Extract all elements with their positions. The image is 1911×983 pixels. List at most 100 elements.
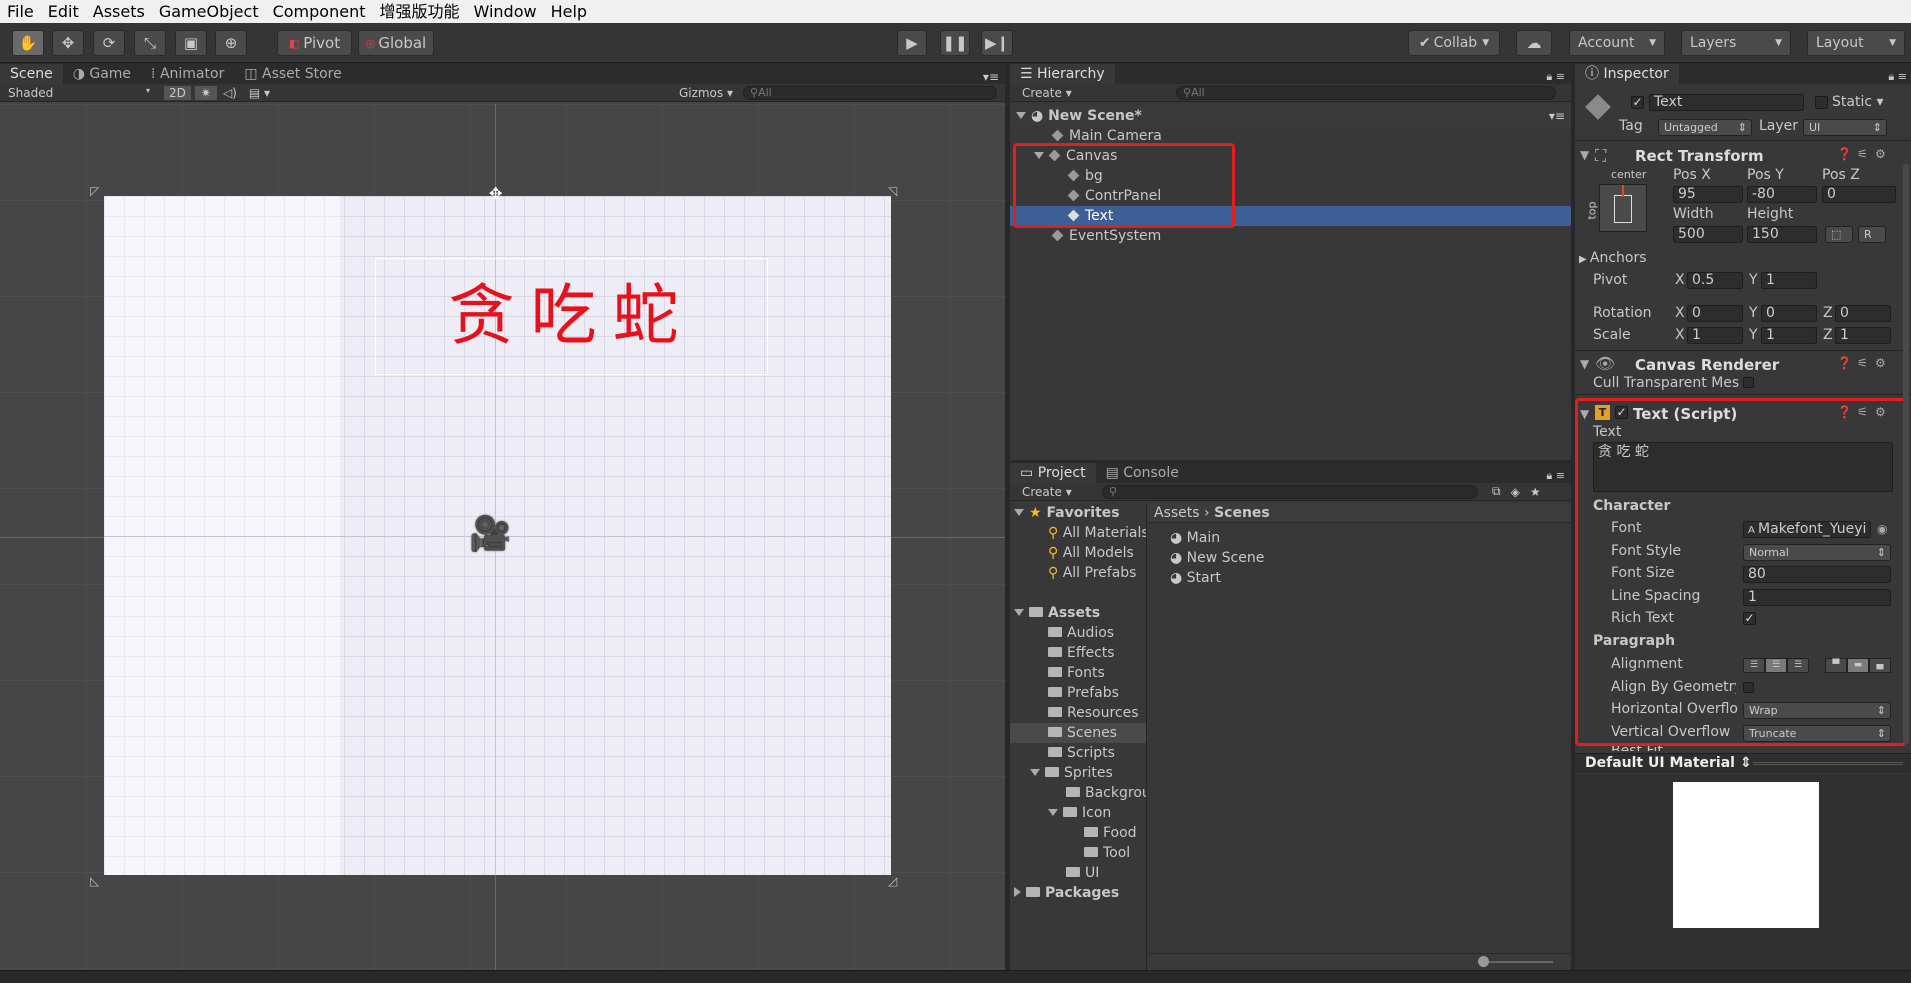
filter-type-icon[interactable]: ⧉ xyxy=(1492,484,1501,499)
tab-asset-store[interactable]: ◫ Asset Store xyxy=(234,64,351,84)
project-create-button[interactable]: Create ▾ xyxy=(1010,485,1102,499)
posx-field[interactable]: 95 xyxy=(1673,186,1743,203)
lock-icon[interactable]: 🔒︎ ≡ xyxy=(1546,469,1571,483)
menu-file[interactable]: File xyxy=(0,0,41,23)
assets-root-row[interactable]: Assets xyxy=(1010,603,1100,623)
file-main[interactable]: ◕ Main xyxy=(1170,528,1220,548)
menu-help[interactable]: Help xyxy=(544,0,594,23)
tag-dropdown[interactable]: Untagged ⇕ xyxy=(1658,119,1752,136)
file-start[interactable]: ◕ Start xyxy=(1170,568,1221,588)
icon-size-slider[interactable] xyxy=(1483,961,1553,963)
static-label[interactable]: Static ▾ xyxy=(1832,94,1884,110)
folder-food[interactable]: Food xyxy=(1010,823,1137,843)
account-dropdown[interactable]: Account ▼ xyxy=(1569,30,1665,56)
folder-ui[interactable]: UI xyxy=(1010,863,1099,883)
slider-handle[interactable] xyxy=(1478,956,1489,967)
fav-item-prefabs[interactable]: ⚲ All Prefabs xyxy=(1010,563,1136,583)
hierarchy-create-button[interactable]: Create ▾ xyxy=(1010,86,1176,100)
folder-prefabs[interactable]: Prefabs xyxy=(1010,683,1119,703)
tab-inspector[interactable]: ⓘ Inspector xyxy=(1575,64,1679,84)
lighting-toggle[interactable]: ✷ xyxy=(194,85,217,100)
layout-dropdown[interactable]: Layout ▼ xyxy=(1807,30,1905,56)
breadcrumb-scenes[interactable]: Scenes xyxy=(1214,505,1270,521)
pivot-y-field[interactable]: 1 xyxy=(1761,272,1817,289)
blueprint-button[interactable]: ⬚ xyxy=(1825,226,1853,243)
scale-z-field[interactable]: 1 xyxy=(1835,327,1891,344)
fav-item-materials[interactable]: ⚲ All Materials xyxy=(1010,523,1146,543)
favorites-row[interactable]: ★ Favorites xyxy=(1010,503,1120,523)
menu-gameobject[interactable]: GameObject xyxy=(152,0,266,23)
lock-icon[interactable]: 🔒︎ ≡ xyxy=(1546,70,1571,84)
rotation-x-field[interactable]: 0 xyxy=(1687,305,1743,322)
packages-row[interactable]: Packages xyxy=(1010,883,1119,903)
width-field[interactable]: 500 xyxy=(1673,226,1743,243)
folder-effects[interactable]: Effects xyxy=(1010,643,1115,663)
scale-tool-button[interactable]: ⤡ xyxy=(134,30,166,56)
folder-audios[interactable]: Audios xyxy=(1010,623,1114,643)
gear-icon[interactable]: ⚙ xyxy=(1875,147,1886,161)
tab-scene[interactable]: Scene xyxy=(0,64,63,84)
folder-icon-dir[interactable]: Icon xyxy=(1010,803,1111,823)
material-title[interactable]: Default UI Material ⇕ xyxy=(1585,755,1752,771)
effects-toggle[interactable]: ▤ ▾ xyxy=(243,86,276,100)
collab-button[interactable]: ✔ Collab ▼ xyxy=(1408,30,1500,56)
fold-arrow-icon[interactable]: ▼ xyxy=(1580,148,1589,162)
static-checkbox[interactable] xyxy=(1815,96,1828,109)
object-name-field[interactable]: Text xyxy=(1649,94,1804,111)
help-icon[interactable]: ❓ xyxy=(1837,147,1852,161)
menu-component[interactable]: Component xyxy=(266,0,373,23)
file-new-scene[interactable]: ◕ New Scene xyxy=(1170,548,1264,568)
active-checkbox[interactable]: ✓ xyxy=(1631,96,1644,109)
expand-arrow-icon[interactable] xyxy=(1014,509,1024,516)
help-icon[interactable]: ❓ xyxy=(1837,356,1852,370)
expand-arrow-icon[interactable] xyxy=(1030,769,1040,776)
transform-tool-button[interactable]: ⊕ xyxy=(215,30,247,56)
preset-icon[interactable]: ⚟ xyxy=(1857,147,1868,161)
scene-search-input[interactable]: ⚲All xyxy=(743,85,997,100)
anchor-gizmo-icon[interactable]: ✥ xyxy=(489,184,502,203)
tab-console[interactable]: ▤ Console xyxy=(1096,463,1189,483)
inspector-scrollbar[interactable] xyxy=(1903,164,1909,744)
menu-assets[interactable]: Assets xyxy=(86,0,152,23)
pivot-toggle[interactable]: ◧ Pivot xyxy=(277,30,352,56)
fav-item-models[interactable]: ⚲ All Models xyxy=(1010,543,1134,563)
panel-menu-icon[interactable]: ▾≡ xyxy=(983,70,1005,84)
hand-tool-button[interactable]: ✋ xyxy=(12,30,44,56)
project-search-input[interactable]: ⚲ xyxy=(1102,484,1478,499)
global-toggle[interactable]: ◎ Global xyxy=(358,30,434,56)
pivot-x-field[interactable]: 0.5 xyxy=(1687,272,1743,289)
folder-scripts[interactable]: Scripts xyxy=(1010,743,1115,763)
tab-game[interactable]: ◑ Game xyxy=(63,64,141,84)
folder-fonts[interactable]: Fonts xyxy=(1010,663,1105,683)
gizmos-dropdown[interactable]: Gizmos ▾ xyxy=(679,86,743,100)
breadcrumb-assets[interactable]: Assets xyxy=(1154,505,1200,521)
tab-hierarchy[interactable]: ☰ Hierarchy xyxy=(1010,64,1115,84)
folder-tool[interactable]: Tool xyxy=(1010,843,1130,863)
collapse-arrow-icon[interactable] xyxy=(1014,887,1021,897)
expand-arrow-icon[interactable] xyxy=(1016,112,1026,119)
menu-enhanced[interactable]: 增强版功能 xyxy=(372,0,466,23)
anchor-presets-button[interactable] xyxy=(1599,184,1647,232)
camera-gizmo-icon[interactable]: 🎥 xyxy=(469,516,521,552)
move-tool-button[interactable]: ✥ xyxy=(52,30,84,56)
2d-toggle[interactable]: 2D xyxy=(164,85,191,100)
star-icon[interactable]: ★ xyxy=(1530,485,1541,499)
gear-icon[interactable]: ⚙ xyxy=(1875,356,1886,370)
pause-button[interactable]: ❚❚ xyxy=(940,30,970,56)
rotation-y-field[interactable]: 0 xyxy=(1761,305,1817,322)
folder-sprites[interactable]: Sprites xyxy=(1010,763,1113,783)
raw-edit-button[interactable]: R xyxy=(1858,226,1886,243)
filter-label-icon[interactable]: ◈ xyxy=(1511,485,1520,499)
preset-icon[interactable]: ⚟ xyxy=(1857,356,1868,370)
canvas-background[interactable]: 贪吃蛇 🎥 xyxy=(104,196,891,875)
scene-menu-icon[interactable]: ▾≡ xyxy=(1549,106,1565,126)
tab-project[interactable]: ▭ Project xyxy=(1010,463,1096,483)
scene-root-row[interactable]: ◕ New Scene* ▾≡ xyxy=(1010,106,1571,126)
rotation-z-field[interactable]: 0 xyxy=(1835,305,1891,322)
layers-dropdown[interactable]: Layers ▼ xyxy=(1681,30,1791,56)
audio-toggle[interactable]: ◁) xyxy=(217,86,243,100)
tab-animator[interactable]: ⁞ Animator xyxy=(141,64,234,84)
expand-arrow-icon[interactable] xyxy=(1048,809,1058,816)
expand-arrow-icon[interactable] xyxy=(1014,609,1024,616)
cloud-button[interactable]: ☁ xyxy=(1516,30,1552,56)
